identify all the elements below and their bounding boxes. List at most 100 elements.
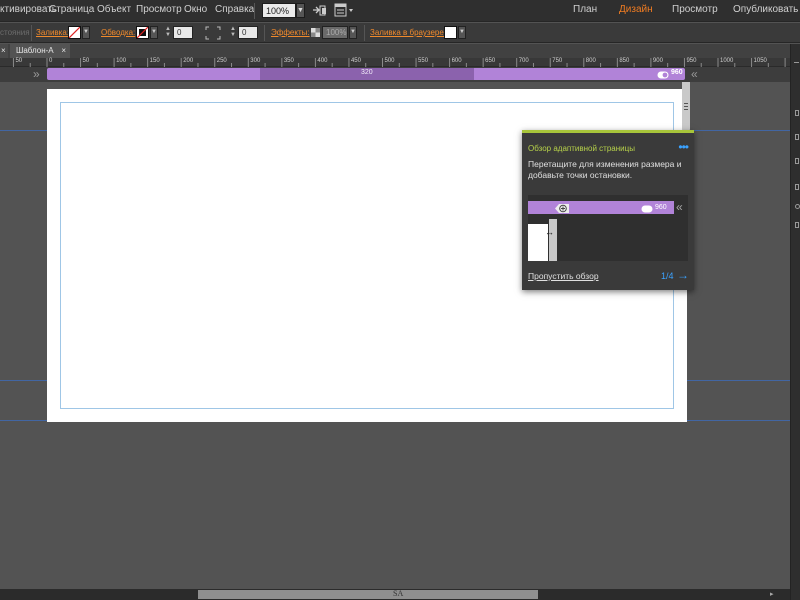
ruler-label: 350 <box>283 58 294 64</box>
menu-divider <box>254 3 255 19</box>
ruler-label: 950 <box>686 58 697 64</box>
mode-preview-tab[interactable]: Просмотр <box>672 4 718 15</box>
browser-fill-dropdown-icon[interactable]: ▼ <box>458 26 466 39</box>
ruler-label: 900 <box>652 58 663 64</box>
arrange-icon[interactable] <box>312 4 328 20</box>
ruler-label: 50 <box>15 58 23 64</box>
mode-publish-tab[interactable]: Опубликовать <box>733 4 798 15</box>
opacity-input[interactable]: 100% <box>322 26 348 39</box>
ruler-label: 50 <box>82 58 90 64</box>
ruler-label: 650 <box>485 58 496 64</box>
corner-radius-icon <box>205 26 221 43</box>
skip-tour-link[interactable]: Пропустить обзор <box>528 271 599 281</box>
menu-item-view[interactable]: Просмотр <box>136 4 182 15</box>
breakpoint-320-label: 320 <box>361 69 373 76</box>
ruler-label: 0 <box>49 58 53 64</box>
ruler-label: 1050 <box>753 58 767 64</box>
responsive-tour-popup: Обзор адаптивной страницы ••• Перетащите… <box>522 130 694 290</box>
scrollbar-thumb[interactable] <box>198 590 538 599</box>
grip-line <box>684 109 688 110</box>
radius-input[interactable]: 0 <box>238 26 258 39</box>
panel-icon[interactable] <box>795 222 799 228</box>
grip-line <box>684 103 688 104</box>
state-label: стояния <box>0 28 30 37</box>
effects-label[interactable]: Эффекты: <box>271 28 310 37</box>
resize-arrow-icon: ↔ <box>545 227 554 237</box>
control-divider <box>364 25 365 41</box>
panel-icon[interactable] <box>794 62 799 63</box>
horizontal-ruler: 50 0 50 100 150 200 250 300 350 400 450 500 550 600 65… <box>0 58 790 67</box>
ruler-label: 450 <box>350 58 361 64</box>
mode-plan-tab[interactable]: План <box>573 4 597 15</box>
panel-icon[interactable] <box>795 184 799 190</box>
scroll-right-icon[interactable]: ▸ <box>770 590 774 598</box>
tour-title: Обзор адаптивной страницы <box>528 144 635 153</box>
browser-fill-swatch[interactable] <box>444 26 457 39</box>
ruler-label: 500 <box>384 58 395 64</box>
ruler-label: 400 <box>317 58 328 64</box>
zoom-input[interactable]: 100% <box>262 3 296 18</box>
control-divider <box>31 25 32 41</box>
stroke-width-stepper-icon[interactable]: ▲ ▼ <box>164 26 172 39</box>
panel-icon[interactable] <box>795 134 799 140</box>
panel-icon[interactable] <box>795 158 799 164</box>
radius-stepper-icon[interactable]: ▲ ▼ <box>229 26 237 39</box>
mode-design-tab[interactable]: Дизайн <box>619 4 653 15</box>
right-tool-panel <box>790 44 800 600</box>
preview-add-breakpoint-icon <box>555 203 569 217</box>
collapse-left-icon[interactable]: » <box>33 67 40 81</box>
ruler-label: 750 <box>552 58 563 64</box>
stroke-label[interactable]: Обводка: <box>101 28 135 37</box>
ruler-label: 100 <box>116 58 127 64</box>
stroke-swatch[interactable] <box>136 26 149 39</box>
ruler-label: 300 <box>250 58 261 64</box>
fill-label[interactable]: Заливка: <box>36 28 69 37</box>
tour-description: Перетащите для изменения размера и добав… <box>528 159 682 180</box>
preview-width-label: 960 <box>655 204 667 211</box>
ruler-label: 550 <box>418 58 429 64</box>
preview-handle <box>549 219 557 261</box>
panel-icon[interactable] <box>795 204 800 209</box>
menu-item-page[interactable]: Страница <box>49 4 94 15</box>
menu-bar: ктивировать Страница Объект Просмотр Окн… <box>0 0 800 22</box>
preview-toggle-icon <box>641 204 653 216</box>
stroke-dropdown-icon[interactable]: ▼ <box>150 26 158 39</box>
browser-fill-label[interactable]: Заливка в браузере: <box>370 28 446 37</box>
ruler-label: 150 <box>149 58 160 64</box>
grip-line <box>684 106 688 107</box>
tab-template-a[interactable]: Шаблон-А × <box>10 44 70 58</box>
ruler-label: 700 <box>518 58 529 64</box>
stroke-width-input[interactable]: 0 <box>173 26 193 39</box>
layout-icon[interactable] <box>334 3 354 21</box>
tour-preview-image: 960 « ↔ <box>528 195 688 261</box>
control-divider <box>264 25 265 41</box>
zoom-dropdown-icon[interactable]: ▼ <box>296 3 305 18</box>
ruler-label: 250 <box>216 58 227 64</box>
tab-label: Шаблон-А <box>16 46 54 55</box>
document-tab-bar: × Шаблон-А × <box>0 44 790 58</box>
fill-dropdown-icon[interactable]: ▼ <box>82 26 90 39</box>
breakpoint-toggle-icon[interactable] <box>657 70 669 82</box>
opacity-icon <box>311 28 320 40</box>
ruler-label: 600 <box>451 58 462 64</box>
tab-previous[interactable]: × <box>0 44 8 58</box>
tab-close-icon[interactable]: × <box>1 46 6 55</box>
horizontal-scrollbar[interactable]: SA ▸ <box>0 589 790 600</box>
menu-item-window[interactable]: Окно <box>184 4 207 15</box>
page-resize-handle[interactable] <box>682 82 690 132</box>
control-bar: стояния Заливка: ▼ Обводка: ▼ ▲ ▼ 0 ▲ ▼ 0 … <box>0 23 800 43</box>
menu-item-object[interactable]: Объект <box>97 4 131 15</box>
panel-icon[interactable] <box>795 110 799 116</box>
fill-swatch[interactable] <box>68 26 81 39</box>
more-options-icon[interactable]: ••• <box>678 140 689 154</box>
current-width-label: 960 <box>671 69 683 76</box>
breakpoint-bar: » 320 960 « <box>0 67 790 82</box>
preview-chevron-icon: « <box>676 200 683 214</box>
ruler-label: 200 <box>183 58 194 64</box>
next-step-icon[interactable]: → <box>677 268 689 282</box>
tab-close-icon[interactable]: × <box>61 46 66 55</box>
menu-item-help[interactable]: Справка <box>215 4 254 15</box>
collapse-right-icon[interactable]: « <box>691 67 698 81</box>
ruler-label: 850 <box>619 58 630 64</box>
opacity-dropdown-icon[interactable]: ▼ <box>349 26 357 39</box>
